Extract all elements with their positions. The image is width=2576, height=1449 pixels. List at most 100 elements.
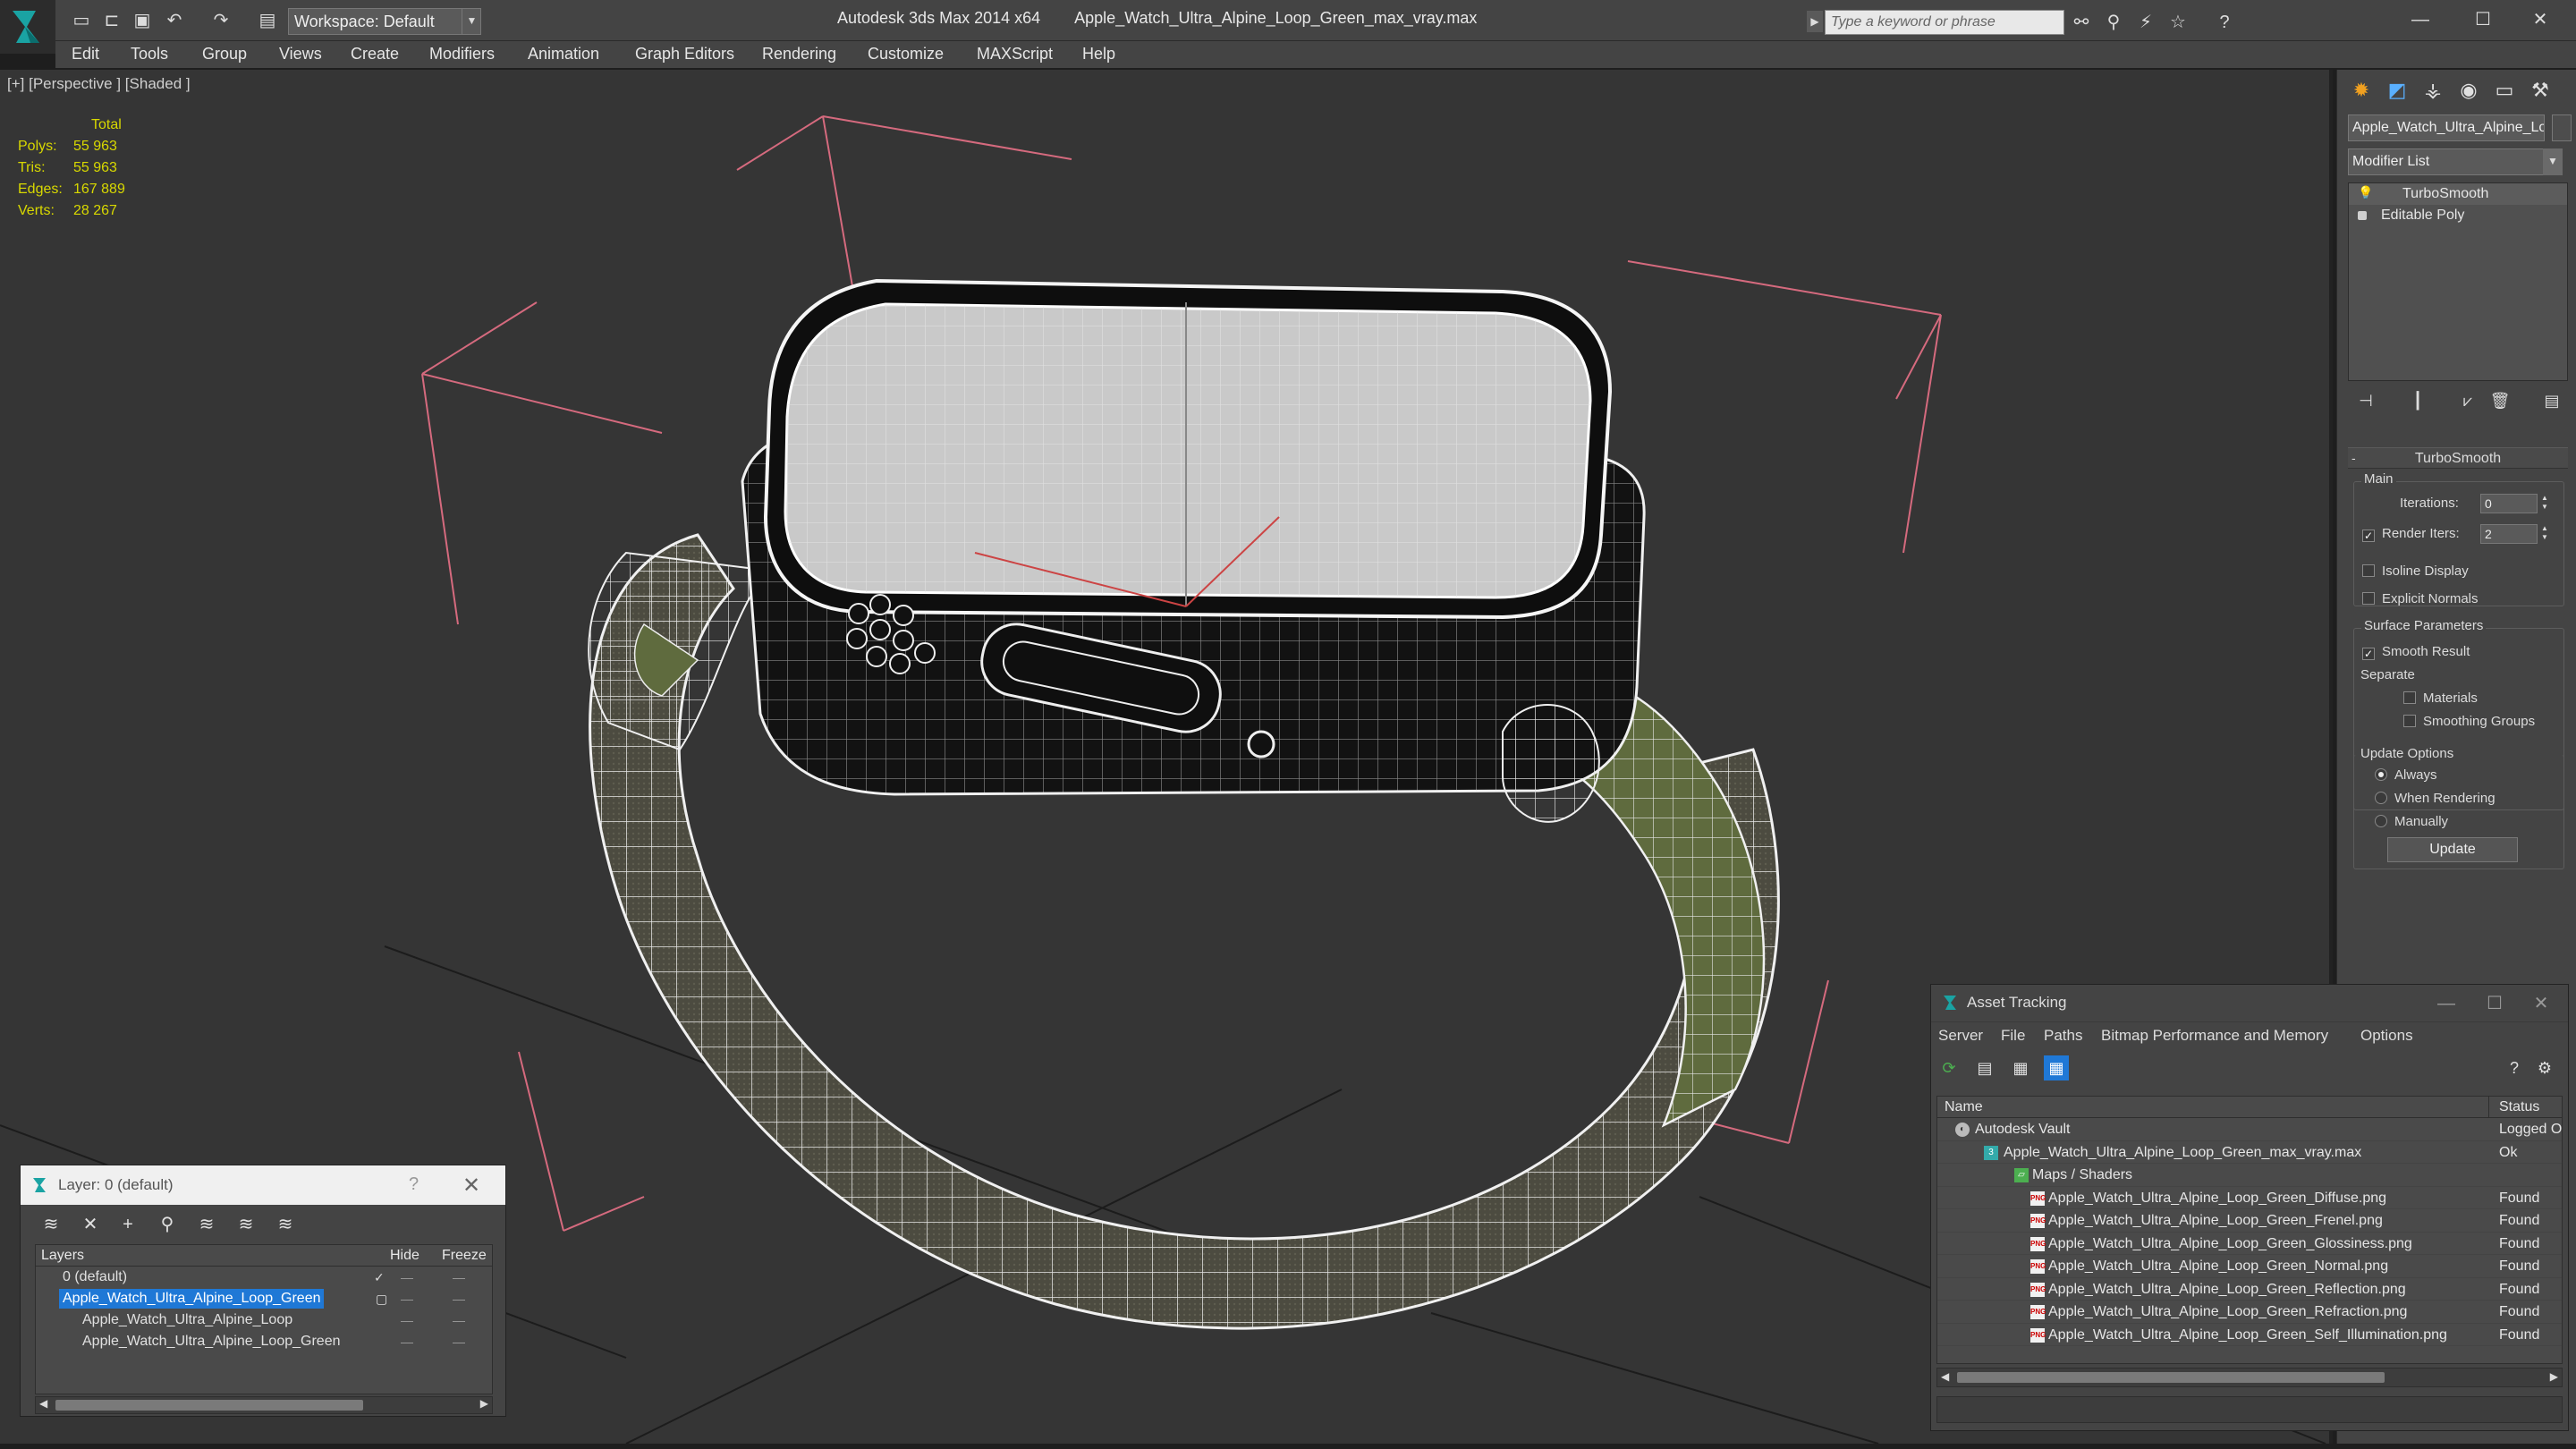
menu-modifiers[interactable]: Modifiers <box>429 45 495 64</box>
checkbox[interactable] <box>2403 715 2416 727</box>
make-unique-icon[interactable]: ⩗ <box>2455 388 2480 413</box>
scroll-right-icon[interactable]: ▶ <box>480 1397 488 1410</box>
undo-icon[interactable]: ↶ <box>163 9 186 32</box>
pin-stack-icon[interactable]: ⊣ <box>2353 388 2378 413</box>
scrollbar-thumb[interactable] <box>1957 1372 2385 1383</box>
hide-toggle[interactable]: — <box>401 1331 413 1352</box>
maximize-button[interactable]: ☐ <box>2456 4 2510 36</box>
project-folder-icon[interactable]: ▤ <box>256 9 279 32</box>
column-layers[interactable]: Layers <box>41 1248 84 1264</box>
close-button[interactable]: ✕ <box>2513 4 2567 36</box>
help-icon[interactable]: ? <box>409 1174 419 1195</box>
layer-object-row[interactable]: Apple_Watch_Ultra_Alpine_Loop — — <box>36 1309 492 1331</box>
radio-selected[interactable] <box>2375 768 2387 781</box>
help-icon[interactable]: ? <box>2211 10 2238 35</box>
list-view-icon[interactable]: ▤ <box>1972 1055 1997 1080</box>
app-logo-icon[interactable] <box>0 0 55 54</box>
checkbox-checked[interactable]: ✓ <box>2362 530 2375 542</box>
select-objects-icon[interactable]: ⚲ <box>155 1212 180 1237</box>
column-name[interactable]: Name <box>1945 1099 1983 1115</box>
radio[interactable] <box>2375 815 2387 827</box>
layer-row[interactable]: 0 (default) ✓ — — <box>36 1267 492 1288</box>
asset-row[interactable]: ▱ Maps / Shaders <box>1937 1164 2562 1187</box>
scroll-left-icon[interactable]: ◀ <box>39 1397 47 1410</box>
configure-sets-icon[interactable]: ▤ <box>2539 388 2564 413</box>
key-icon[interactable]: ⚲ <box>2100 10 2127 35</box>
materials-option[interactable]: Materials <box>2403 691 2478 706</box>
vault-settings-icon[interactable]: ⚙ <box>2532 1055 2557 1080</box>
rollout-turbosmooth[interactable]: TurboSmooth <box>2348 447 2568 469</box>
search-expand-icon[interactable]: ▶ <box>1807 11 1823 32</box>
update-button[interactable]: Update <box>2387 837 2518 862</box>
menu-paths[interactable]: Paths <box>2044 1027 2082 1045</box>
when-rendering-radio[interactable]: When Rendering <box>2375 791 2496 806</box>
create-tab-icon[interactable]: ✹ <box>2344 75 2378 106</box>
menu-create[interactable]: Create <box>351 45 399 64</box>
menu-maxscript[interactable]: MAXScript <box>977 45 1053 64</box>
menu-options[interactable]: Options <box>2360 1027 2413 1045</box>
checkbox[interactable] <box>2362 564 2375 577</box>
layer-window-titlebar[interactable]: Layer: 0 (default) ? ✕ <box>21 1165 505 1205</box>
new-file-icon[interactable]: ▭ <box>70 9 93 32</box>
freeze-toggle[interactable]: — <box>453 1309 465 1331</box>
render-iters-spinner[interactable]: 2 <box>2480 524 2538 544</box>
redo-icon[interactable]: ↷ <box>209 9 233 32</box>
minimize-button[interactable]: — <box>2394 4 2447 36</box>
star-icon[interactable]: ☆ <box>2165 10 2191 35</box>
highlight-layer-icon[interactable]: ≋ <box>194 1212 219 1237</box>
asset-row[interactable]: PNG Apple_Watch_Ultra_Alpine_Loop_Green_… <box>1937 1187 2562 1209</box>
workspace-select[interactable]: Workspace: Default <box>288 8 481 35</box>
asset-row[interactable]: PNG Apple_Watch_Ultra_Alpine_Loop_Green_… <box>1937 1255 2562 1278</box>
binoculars-icon[interactable]: ⚯ <box>2068 10 2095 35</box>
delete-layer-icon[interactable]: ✕ <box>78 1212 103 1237</box>
stack-item-turbosmooth[interactable]: 💡 TurboSmooth <box>2349 183 2567 205</box>
spinner-arrows-icon[interactable]: ▲ ▼ <box>2539 524 2550 544</box>
column-status[interactable]: Status <box>2499 1099 2539 1115</box>
layer-row-selected[interactable]: Apple_Watch_Ultra_Alpine_Loop_Green ▢ — … <box>36 1288 492 1309</box>
menu-bitmap-performance[interactable]: Bitmap Performance and Memory <box>2101 1027 2328 1045</box>
iterations-spinner[interactable]: 0 <box>2480 494 2538 513</box>
chevron-down-icon[interactable]: ▼ <box>2543 148 2563 175</box>
layer-object-row[interactable]: Apple_Watch_Ultra_Alpine_Loop_Green — — <box>36 1331 492 1352</box>
horizontal-scrollbar[interactable]: ◀ ▶ <box>35 1396 493 1414</box>
refresh-icon[interactable]: ⟳ <box>1936 1055 1962 1080</box>
freeze-toggle[interactable]: — <box>453 1267 465 1288</box>
spinner-arrows-icon[interactable]: ▲ ▼ <box>2539 494 2550 513</box>
asset-row[interactable]: PNG Apple_Watch_Ultra_Alpine_Loop_Green_… <box>1937 1209 2562 1233</box>
menu-group[interactable]: Group <box>202 45 247 64</box>
scroll-left-icon[interactable]: ◀ <box>1941 1370 1949 1383</box>
menu-graph-editors[interactable]: Graph Editors <box>635 45 734 64</box>
display-tab-icon[interactable]: ▭ <box>2487 75 2521 106</box>
scroll-right-icon[interactable]: ▶ <box>2550 1370 2558 1383</box>
minimize-button[interactable]: — <box>2428 990 2464 1017</box>
maximize-button[interactable]: ☐ <box>2477 990 2512 1017</box>
manually-radio[interactable]: Manually <box>2375 814 2448 829</box>
hide-toggle[interactable]: — <box>401 1309 413 1331</box>
table-view-icon[interactable]: ▦ <box>2044 1055 2069 1080</box>
add-to-layer-icon[interactable]: + <box>115 1212 140 1237</box>
checkbox-checked[interactable]: ✓ <box>2362 648 2375 660</box>
utilities-tab-icon[interactable]: ⚒ <box>2523 75 2557 106</box>
open-file-icon[interactable]: ⊏ <box>100 9 123 32</box>
help-icon[interactable]: ? <box>2502 1055 2527 1080</box>
asset-row[interactable]: PNG Apple_Watch_Ultra_Alpine_Loop_Green_… <box>1937 1324 2562 1346</box>
render-iters-row[interactable]: ✓ Render Iters: <box>2362 526 2460 542</box>
asset-row[interactable]: PNG Apple_Watch_Ultra_Alpine_Loop_Green_… <box>1937 1278 2562 1301</box>
asset-row[interactable]: 3 Apple_Watch_Ultra_Alpine_Loop_Green_ma… <box>1937 1141 2562 1164</box>
modify-tab-icon[interactable]: ◩ <box>2380 75 2414 106</box>
hide-toggle[interactable]: — <box>401 1288 413 1309</box>
isoline-display-option[interactable]: Isoline Display <box>2362 564 2469 579</box>
expand-icon[interactable] <box>2358 211 2367 220</box>
freeze-toggle[interactable]: — <box>453 1288 465 1309</box>
checkbox[interactable] <box>2362 592 2375 605</box>
close-icon[interactable]: ✕ <box>462 1173 480 1199</box>
chevron-down-icon[interactable]: ▼ <box>462 8 481 35</box>
show-end-result-icon[interactable]: ┃ <box>2405 388 2430 413</box>
menu-edit[interactable]: Edit <box>72 45 99 64</box>
menu-customize[interactable]: Customize <box>868 45 944 64</box>
remove-modifier-icon[interactable]: 🗑 <box>2487 388 2512 413</box>
hide-all-icon[interactable]: ≋ <box>233 1212 258 1237</box>
freeze-toggle[interactable]: — <box>453 1331 465 1352</box>
menu-rendering[interactable]: Rendering <box>762 45 836 64</box>
motion-tab-icon[interactable]: ◉ <box>2452 75 2486 106</box>
